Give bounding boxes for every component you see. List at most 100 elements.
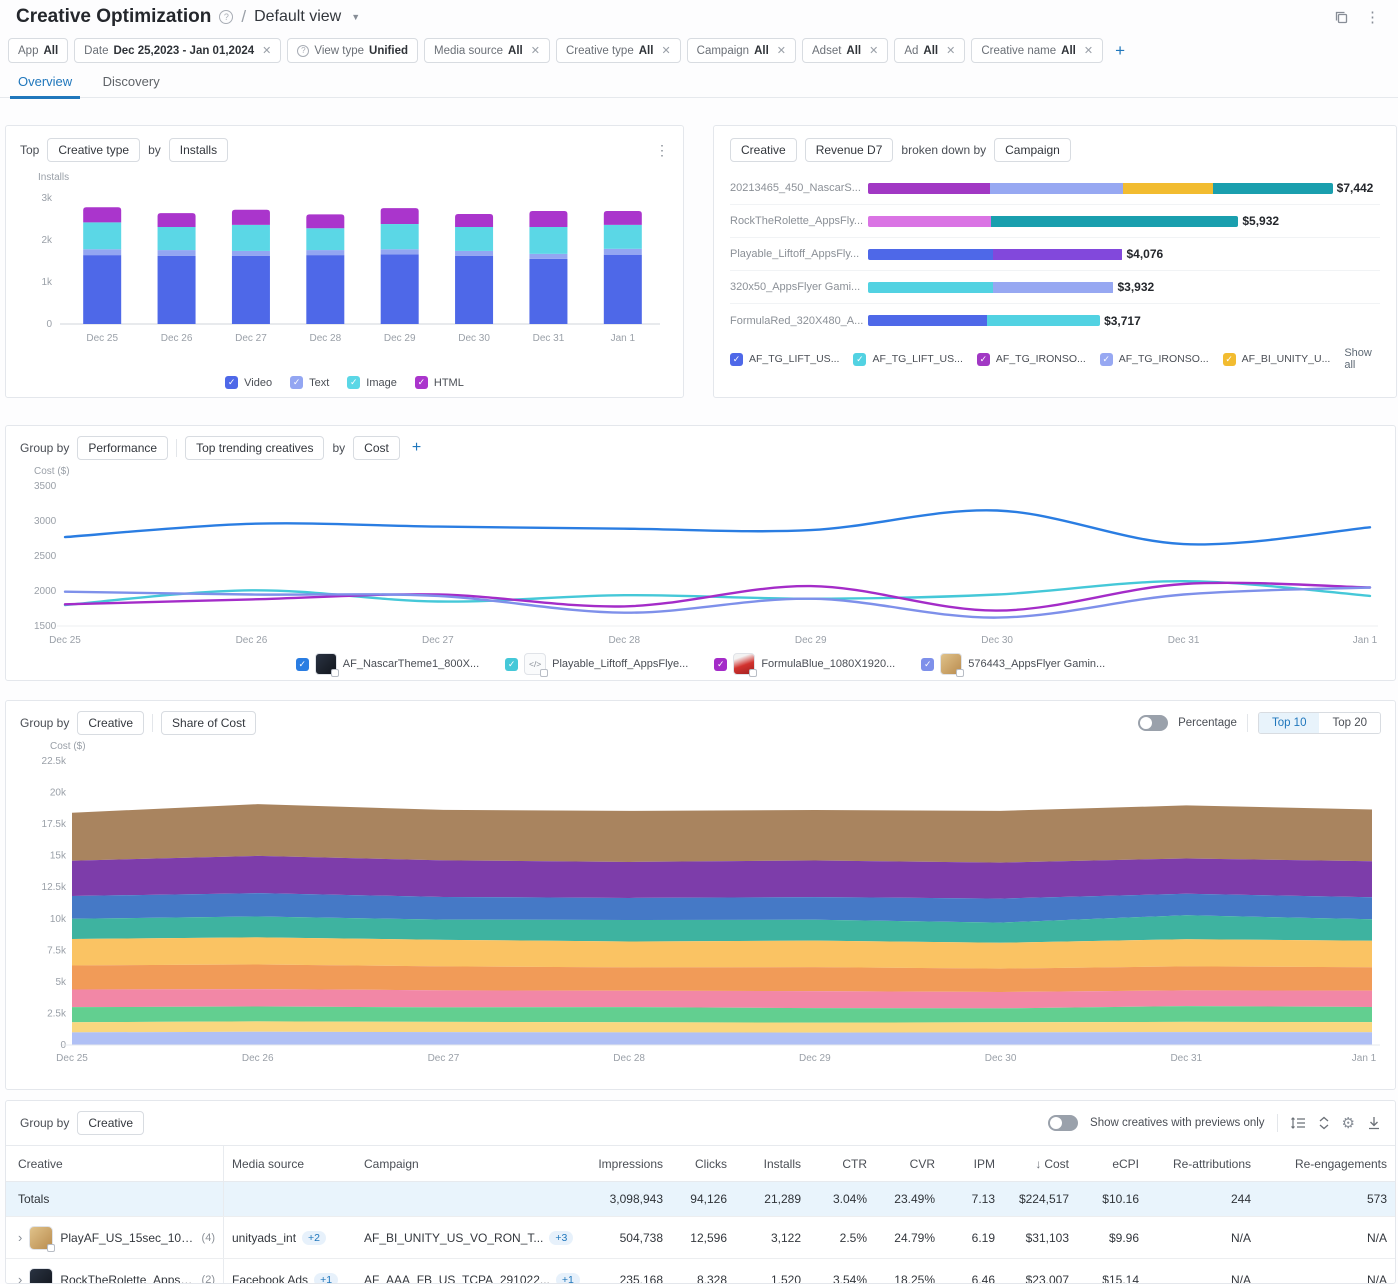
top-20-option[interactable]: Top 20: [1319, 713, 1380, 733]
legend-checkbox[interactable]: ✓: [730, 353, 743, 366]
legend-checkbox[interactable]: ✓: [853, 353, 866, 366]
column-header-creative[interactable]: Creative: [6, 1146, 224, 1181]
legend-item-campaign[interactable]: ✓AF_BI_UNITY_U...: [1223, 353, 1331, 366]
legend-checkbox[interactable]: ✓: [977, 353, 990, 366]
show-all-link[interactable]: Show all: [1344, 347, 1380, 371]
legend-checkbox[interactable]: ✓: [415, 376, 428, 389]
chevron-down-icon[interactable]: ▼: [351, 12, 360, 22]
close-icon[interactable]: ✕: [946, 44, 955, 57]
legend-item-text[interactable]: ✓Text: [290, 376, 329, 389]
legend-item-creative[interactable]: ✓FormulaBlue_1080X1920...: [714, 653, 895, 675]
sort-icon[interactable]: [1318, 1116, 1330, 1130]
mode-selector[interactable]: Top trending creatives: [185, 436, 324, 460]
legend-checkbox[interactable]: ✓: [347, 376, 360, 389]
legend-item-campaign[interactable]: ✓AF_TG_LIFT_US...: [853, 353, 962, 366]
percentage-toggle[interactable]: [1138, 715, 1168, 731]
dimension-selector[interactable]: Creative type: [47, 138, 140, 162]
filter-chip-campaign[interactable]: CampaignAll✕: [687, 38, 796, 63]
expand-chevron-icon[interactable]: ›: [18, 1272, 22, 1284]
close-icon[interactable]: ✕: [262, 44, 271, 57]
legend-checkbox[interactable]: ✓: [290, 376, 303, 389]
legend-item-campaign[interactable]: ✓AF_TG_IRONSO...: [1100, 353, 1209, 366]
download-icon[interactable]: [1367, 1116, 1381, 1130]
column-header-cvr[interactable]: CVR: [875, 1157, 943, 1171]
entity-selector[interactable]: Creative: [77, 711, 144, 735]
add-filter-button[interactable]: +: [1115, 41, 1125, 61]
entity-selector[interactable]: Creative: [730, 138, 797, 162]
stacked-bar[interactable]: [868, 183, 1333, 194]
more-count-badge[interactable]: +3: [549, 1231, 573, 1245]
column-header-campaign[interactable]: Campaign: [356, 1157, 581, 1171]
column-header-impressions[interactable]: Impressions: [581, 1157, 671, 1171]
close-icon[interactable]: ✕: [869, 44, 878, 57]
column-header-re-engagements[interactable]: Re-engagements: [1259, 1157, 1395, 1171]
legend-checkbox[interactable]: ✓: [1100, 353, 1113, 366]
stacked-bar[interactable]: [868, 282, 1114, 293]
legend-checkbox[interactable]: ✓: [1223, 353, 1236, 366]
view-name[interactable]: Default view: [254, 8, 341, 26]
legend-item-campaign[interactable]: ✓AF_TG_IRONSO...: [977, 353, 1086, 366]
table-row[interactable]: ›RockTheRolette_AppsFlyer_1200...(2)Face…: [6, 1258, 1395, 1284]
metric-selector[interactable]: Installs: [169, 138, 228, 162]
filter-chip-date[interactable]: DateDec 25,2023 - Jan 01,2024✕: [74, 38, 281, 63]
view-selector[interactable]: Performance: [77, 436, 168, 460]
stacked-bar[interactable]: [868, 249, 1123, 260]
info-icon[interactable]: ?: [219, 10, 233, 24]
axis-label: Dec 25: [86, 333, 118, 344]
close-icon[interactable]: ✕: [1084, 44, 1093, 57]
legend-checkbox[interactable]: ✓: [505, 658, 518, 671]
column-header-re-attributions[interactable]: Re-attributions: [1147, 1157, 1259, 1171]
tab-overview[interactable]: Overview: [10, 70, 80, 98]
stacked-bar[interactable]: [868, 216, 1238, 227]
column-header-media-source[interactable]: Media source: [224, 1157, 356, 1171]
column-header-ipm[interactable]: IPM: [943, 1157, 1003, 1171]
metric-selector[interactable]: Cost: [353, 436, 400, 460]
metric-selector[interactable]: Revenue D7: [805, 138, 894, 162]
previews-only-toggle[interactable]: [1048, 1115, 1078, 1131]
legend-item-video[interactable]: ✓Video: [225, 376, 272, 389]
legend-item-html[interactable]: ✓HTML: [415, 376, 464, 389]
more-count-badge[interactable]: +2: [302, 1231, 326, 1245]
more-count-badge[interactable]: +1: [314, 1273, 338, 1284]
legend-item-creative[interactable]: ✓AF_NascarTheme1_800X...: [296, 653, 479, 675]
entity-selector[interactable]: Creative: [77, 1111, 144, 1135]
legend-item-creative[interactable]: ✓</>Playable_Liftoff_AppsFlye...: [505, 653, 688, 675]
column-header-clicks[interactable]: Clicks: [671, 1157, 735, 1171]
legend-item-creative[interactable]: ✓576443_AppsFlyer Gamin...: [921, 653, 1105, 675]
close-icon[interactable]: ✕: [777, 44, 786, 57]
top-10-option[interactable]: Top 10: [1259, 713, 1320, 733]
legend-checkbox[interactable]: ✓: [714, 658, 727, 671]
filter-chip-app[interactable]: AppAll: [8, 38, 68, 63]
filter-chip-creative-name[interactable]: Creative nameAll✕: [971, 38, 1103, 63]
column-header-installs[interactable]: Installs: [735, 1157, 809, 1171]
stacked-bar[interactable]: [868, 315, 1100, 326]
metric-selector[interactable]: Share of Cost: [161, 711, 256, 735]
add-metric-button[interactable]: +: [412, 439, 421, 457]
close-icon[interactable]: ✕: [531, 44, 540, 57]
breakdown-selector[interactable]: Campaign: [994, 138, 1071, 162]
column-header-ecpi[interactable]: eCPI: [1077, 1157, 1147, 1171]
row-height-icon[interactable]: [1290, 1116, 1306, 1130]
legend-item-campaign[interactable]: ✓AF_TG_LIFT_US...: [730, 353, 839, 366]
tab-discovery[interactable]: Discovery: [95, 70, 168, 98]
expand-chevron-icon[interactable]: ›: [18, 1230, 22, 1245]
column-header-ctr[interactable]: CTR: [809, 1157, 875, 1171]
filter-chip-creative-type[interactable]: Creative typeAll✕: [556, 38, 681, 63]
table-row[interactable]: ›PlayAF_US_15sec_1080X1920_6...(4)unitya…: [6, 1216, 1395, 1258]
column-header-cost[interactable]: ↓Cost: [1003, 1157, 1077, 1171]
duplicate-icon[interactable]: [1334, 10, 1349, 25]
kebab-menu-icon[interactable]: ⋮: [1365, 8, 1380, 26]
settings-gear-icon[interactable]: ⚙: [1342, 1114, 1355, 1132]
legend-checkbox[interactable]: ✓: [225, 376, 238, 389]
filter-chip-view-type[interactable]: ?View typeUnified: [287, 38, 418, 63]
filter-chip-media-source[interactable]: Media sourceAll✕: [424, 38, 550, 63]
legend-checkbox[interactable]: ✓: [296, 658, 309, 671]
kebab-menu-icon[interactable]: ⋮: [655, 142, 669, 159]
close-icon[interactable]: ✕: [661, 44, 670, 57]
filter-chip-ad[interactable]: AdAll✕: [894, 38, 965, 63]
legend-item-image[interactable]: ✓Image: [347, 376, 397, 389]
legend-checkbox[interactable]: ✓: [921, 658, 934, 671]
axis-label: Dec 30: [985, 1053, 1017, 1064]
more-count-badge[interactable]: +1: [556, 1273, 580, 1284]
filter-chip-adset[interactable]: AdsetAll✕: [802, 38, 888, 63]
